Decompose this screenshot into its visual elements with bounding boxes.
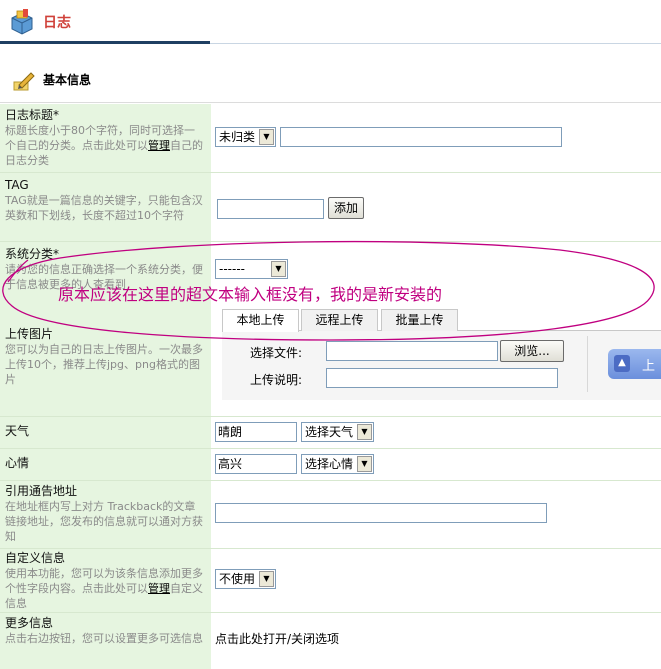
section-title: 基本信息	[43, 73, 92, 87]
trackback-input[interactable]	[215, 503, 547, 523]
upload-button-label: 上	[642, 359, 656, 374]
weather-select[interactable]: 选择天气 ▼	[301, 422, 374, 442]
trackback-label: 引用通告地址	[5, 484, 78, 498]
category-select[interactable]: 未归类 ▼	[215, 127, 276, 147]
mood-select[interactable]: 选择心情 ▼	[301, 454, 374, 474]
title-input[interactable]	[280, 127, 562, 147]
header: 日志	[0, 0, 661, 44]
add-tag-button[interactable]: 添加	[328, 197, 364, 219]
custom-select-value: 不使用	[219, 572, 256, 586]
pencil-icon	[13, 72, 35, 91]
manage-category-link[interactable]: 管理	[148, 139, 170, 152]
upload-desc-input[interactable]	[326, 368, 558, 388]
weather-select-value: 选择天气	[305, 425, 354, 439]
file-label: 选择文件:	[250, 346, 303, 360]
chevron-down-icon: ▼	[259, 571, 274, 587]
category-select-value: 未归类	[219, 130, 256, 144]
weather-label-block: 天气	[5, 424, 203, 439]
page-title: 日志	[43, 15, 71, 31]
arrow-up-icon: ▲	[614, 355, 630, 372]
weather-input[interactable]: 晴朗	[215, 422, 297, 442]
upload-button[interactable]: ▲ 上	[608, 349, 661, 379]
annotation-text: 原本应该在这里的超文本输入框没有，我的是新安装的	[58, 285, 443, 304]
tag-input[interactable]	[217, 199, 324, 219]
title-label-block: 日志标题* 标题长度小于80个字符，同时可选择一个自己的分类。点击此处可以管理自…	[5, 108, 203, 168]
tag-label: TAG	[5, 178, 29, 192]
row-divider	[0, 416, 661, 417]
more-description: 点击右边按钮，您可以设置更多可选信息	[5, 632, 203, 645]
row-divider	[0, 448, 661, 449]
custom-select[interactable]: 不使用 ▼	[215, 569, 276, 589]
tag-description: TAG就是一篇信息的关键字，只能包含汉英数和下划线，长度不超过10个字符	[5, 194, 203, 222]
row-divider	[0, 548, 661, 549]
header-divider	[210, 43, 661, 44]
trackback-label-block: 引用通告地址 在地址框内写上对方 Trackback的文章链接地址，您发布的信息…	[5, 484, 203, 544]
weather-label: 天气	[5, 424, 30, 438]
header-underline	[0, 41, 210, 44]
upload-desc-label: 上传说明:	[250, 373, 303, 387]
mood-label-block: 心情	[5, 456, 203, 471]
title-description: 标题长度小于80个字符，同时可选择一个自己的分类。点击此处可以管理自己的日志分类	[5, 123, 203, 168]
title-label: 日志标题*	[5, 108, 60, 122]
chevron-down-icon: ▼	[259, 129, 274, 145]
upload-description: 您可以为自己的日志上传图片。一次最多上传10个，推荐上传jpg、png格式的图片	[5, 343, 203, 386]
more-label: 更多信息	[5, 616, 54, 630]
chevron-down-icon: ▼	[357, 456, 372, 472]
section-header: 基本信息	[0, 58, 661, 103]
row-divider	[0, 480, 661, 481]
custom-label: 自定义信息	[5, 551, 66, 565]
mood-label: 心情	[5, 456, 30, 470]
custom-label-block: 自定义信息 使用本功能，您可以为该条信息添加更多个性字段内容。点击此处可以管理自…	[5, 551, 203, 611]
mood-input[interactable]: 高兴	[215, 454, 297, 474]
custom-description: 使用本功能，您可以为该条信息添加更多个性字段内容。点击此处可以管理自定义信息	[5, 566, 203, 611]
chevron-down-icon: ▼	[357, 424, 372, 440]
more-label-block: 更多信息 点击右边按钮，您可以设置更多可选信息	[5, 616, 203, 646]
row-divider	[0, 612, 661, 613]
manage-custom-link[interactable]: 管理	[148, 582, 170, 595]
mood-select-value: 选择心情	[305, 457, 354, 471]
book-icon	[11, 9, 33, 35]
tag-label-block: TAG TAG就是一篇信息的关键字，只能包含汉英数和下划线，长度不超过10个字符	[5, 178, 203, 223]
trackback-description: 在地址框内写上对方 Trackback的文章链接地址，您发布的信息就可以通对方获…	[5, 500, 203, 543]
toggle-options-link[interactable]: 点击此处打开/关闭选项	[215, 630, 339, 647]
row-divider	[0, 172, 661, 173]
